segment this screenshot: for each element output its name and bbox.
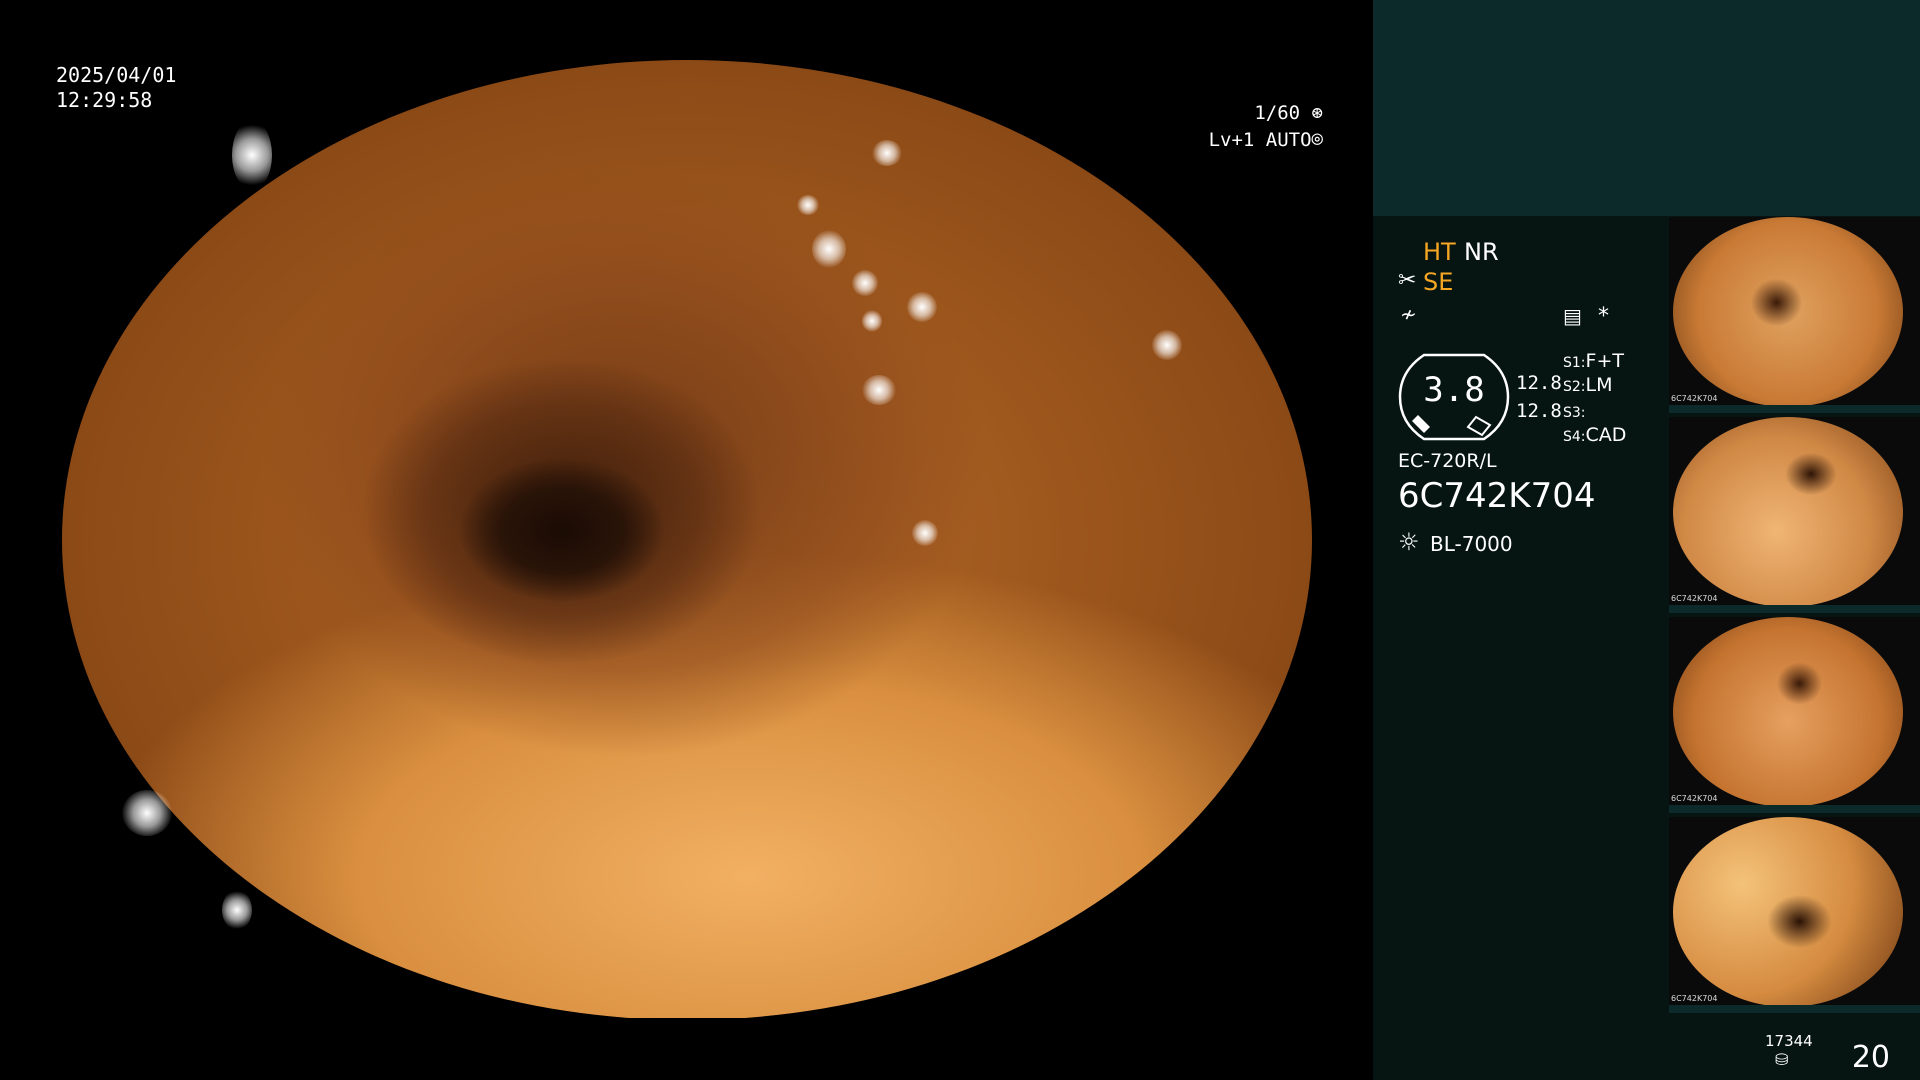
thumbnail-strip: 6C742K704 6C742K704 6C742K704 6C742K704: [1669, 217, 1920, 1017]
auto-text: AUTO: [1265, 129, 1312, 151]
panel-header-area: [1373, 0, 1920, 216]
thumbnail[interactable]: 6C742K704: [1669, 417, 1920, 613]
s2-setting: S2:LM: [1563, 374, 1613, 396]
date-text: 2025/04/01: [56, 63, 177, 87]
light-icon: ☼: [1398, 528, 1420, 556]
aperture-icon: ⊛: [1311, 102, 1323, 124]
image-count: 17344 ⛁: [1765, 1032, 1813, 1069]
value-b: 12.8: [1516, 400, 1562, 422]
s1-setting: S1:F+T: [1563, 350, 1624, 372]
gauge-value: 3.8: [1423, 370, 1485, 410]
scissors-icon: ✂: [1398, 268, 1417, 293]
iris-icon: ⌾: [1311, 129, 1323, 151]
mode-nr: NR: [1464, 238, 1499, 266]
scope-serial: 6C742K704: [1398, 476, 1596, 516]
asterisk-icon: *: [1598, 304, 1609, 329]
date-time-stamp: 2025/04/01 12:29:58: [56, 63, 176, 113]
memo-icon: ▤: [1563, 304, 1582, 328]
time-text: 12:29:58: [56, 88, 153, 112]
level-text: Lv+1: [1208, 129, 1255, 151]
thumbnail[interactable]: 6C742K704: [1669, 217, 1920, 413]
light-source: BL-7000: [1430, 532, 1513, 556]
mode-se: SE: [1423, 268, 1454, 296]
s3-setting: S3:: [1563, 405, 1586, 421]
thumbnail[interactable]: 6C742K704: [1669, 817, 1920, 1013]
mode-ht: HT: [1423, 238, 1456, 266]
shutter-speed: 1/60: [1254, 102, 1301, 124]
value-a: 12.8: [1516, 372, 1562, 394]
exposure-info: 1/60 ⊛ Lv+1 AUTO⌾: [1209, 100, 1323, 154]
not-equal-icon: ≁: [1400, 302, 1417, 326]
endoscope-image: [62, 60, 1312, 1020]
page-number: 20: [1851, 1040, 1890, 1075]
s4-setting: S4:CAD: [1563, 424, 1627, 446]
storage-icon: ⛁: [1775, 1050, 1789, 1069]
thumbnail[interactable]: 6C742K704: [1669, 617, 1920, 813]
endoscope-view: 2025/04/01 12:29:58 1/60 ⊛ Lv+1 AUTO⌾: [0, 0, 1373, 1080]
scope-model: EC-720R/L: [1398, 450, 1497, 472]
status-panel: HT NR ✂ SE ≁ ▤ * 3.8 12.8 12.8 S1:F+T S2…: [1373, 0, 1920, 1080]
